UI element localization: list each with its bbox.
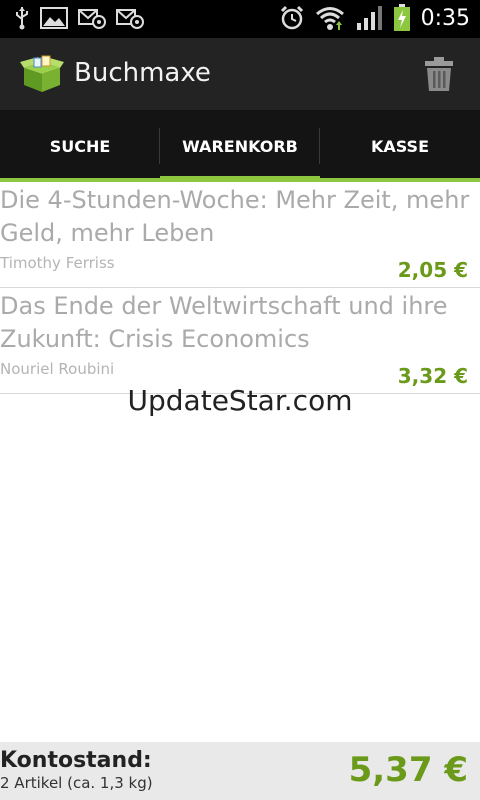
- action-bar: Buchmaxe: [0, 38, 480, 110]
- app-title: Buchmaxe: [74, 58, 211, 88]
- tab-bar: SUCHE WARENKORB KASSE: [0, 110, 480, 182]
- balance-total: 5,37 €: [348, 750, 468, 790]
- balance-footer: Kontostand: 2 Artikel (ca. 1,3 kg) 5,37 …: [0, 742, 480, 800]
- tab-label: WARENKORB: [182, 136, 298, 156]
- clock-time: 0:35: [420, 5, 470, 31]
- email-icon: [116, 9, 144, 29]
- wifi-icon: [315, 7, 344, 30]
- box-icon[interactable]: [20, 54, 64, 94]
- tab-suche[interactable]: SUCHE: [0, 110, 160, 182]
- cart-list: Die 4-Stunden-Woche: Mehr Zeit, mehr Gel…: [0, 182, 480, 394]
- item-title: Das Ende der Weltwirtschaft und ihre Zuk…: [0, 292, 448, 353]
- balance-label: Kontostand:: [0, 748, 152, 773]
- watermark: UpdateStar.com: [127, 384, 353, 417]
- trash-icon[interactable]: [424, 56, 454, 92]
- tab-label: SUCHE: [49, 136, 111, 156]
- item-price: 2,05 €: [397, 258, 468, 282]
- item-title: Die 4-Stunden-Woche: Mehr Zeit, mehr Gel…: [0, 186, 470, 247]
- status-left-icons: [14, 6, 144, 30]
- tab-label: KASSE: [370, 136, 430, 156]
- usb-icon: [16, 7, 28, 30]
- image-icon: [40, 7, 68, 29]
- list-item[interactable]: Das Ende der Weltwirtschaft und ihre Zuk…: [0, 288, 480, 394]
- item-author: Timothy Ferriss: [0, 254, 115, 272]
- status-right-icons: 0:35: [279, 4, 470, 32]
- signal-icon: [356, 6, 382, 30]
- tab-warenkorb[interactable]: WARENKORB: [160, 110, 320, 182]
- tab-kasse[interactable]: KASSE: [320, 110, 480, 182]
- list-item[interactable]: Die 4-Stunden-Woche: Mehr Zeit, mehr Gel…: [0, 182, 480, 288]
- alarm-icon: [280, 5, 303, 30]
- item-count: 2 Artikel (ca. 1,3 kg): [0, 774, 153, 792]
- item-author: Nouriel Roubini: [0, 360, 115, 378]
- battery-charging-icon: [393, 4, 410, 31]
- email-icon: [78, 9, 106, 29]
- status-bar: 0:35: [0, 0, 480, 38]
